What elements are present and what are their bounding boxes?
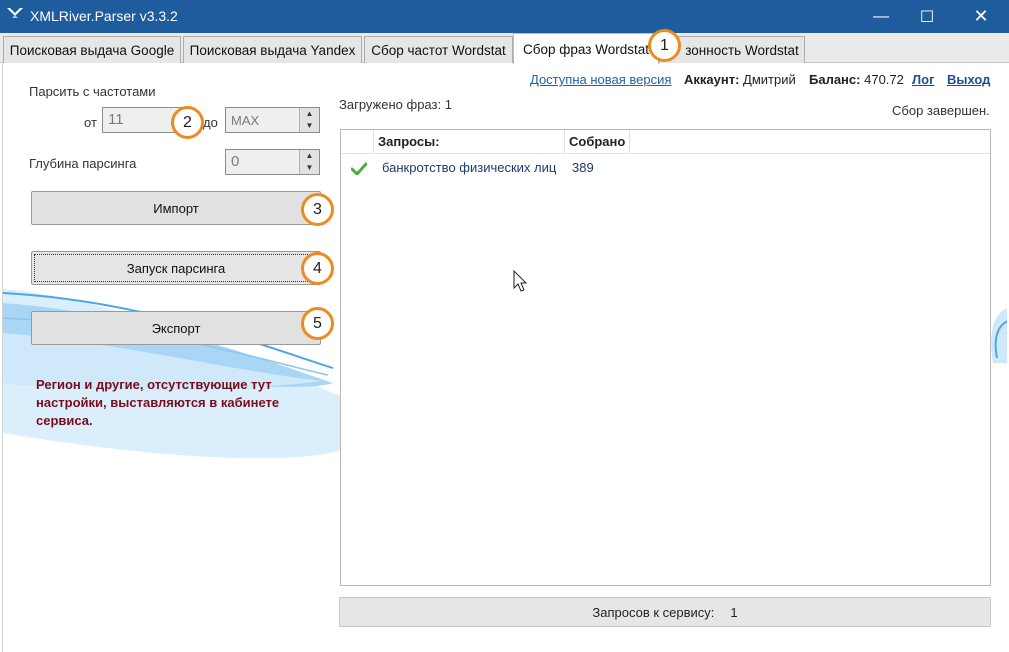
frequency-to-value: MAX [231,113,260,128]
mouse-cursor-icon [513,270,528,292]
step-badge-1: 1 [648,29,681,62]
status-column-header [341,130,374,154]
balance-value: 470.72 [864,72,904,87]
step-badge-2: 2 [171,106,204,139]
balance-label: Баланс: [809,72,861,87]
depth-spinner[interactable]: 0 ▲ ▼ [225,149,320,175]
spin-up-icon[interactable]: ▲ [300,108,319,120]
exit-link[interactable]: Выход [947,72,990,87]
import-button[interactable]: Импорт [31,191,321,225]
column-header-collected[interactable]: Собрано [565,130,630,154]
start-parsing-button[interactable]: Запуск парсинга [31,251,321,285]
close-button[interactable]: ✕ [958,0,1004,33]
tab-wordstat-frequencies[interactable]: Сбор частот Wordstat [364,36,513,63]
maximize-button[interactable]: ☐ [904,0,950,33]
loaded-phrases-status: Загружено фраз: 1 [339,97,452,112]
spinner-arrows[interactable]: ▲ ▼ [299,150,319,174]
minimize-button[interactable]: — [858,0,904,33]
table-row[interactable]: банкротство физических лиц 389 [341,155,990,181]
row-collected: 389 [572,160,594,175]
to-label: до [203,115,218,130]
step-badge-4: 4 [301,252,334,285]
row-query: банкротство физических лиц [382,160,557,175]
main-panel: Парсить с частотами от 11 до MAX ▲ ▼ Глу… [2,63,1007,652]
requests-value: 1 [730,604,738,620]
spin-down-icon[interactable]: ▼ [300,120,319,132]
tab-google[interactable]: Поисковая выдача Google [3,36,181,63]
new-version-link[interactable]: Доступна новая версия [530,72,671,87]
depth-label: Глубина парсинга [29,156,137,171]
account-info: Аккаунт: Дмитрий [684,72,796,87]
depth-value: 0 [231,153,240,170]
account-name: Дмитрий [743,72,796,87]
requests-counter-bar: Запросов к сервису: 1 [339,597,991,627]
account-label: Аккаунт: [684,72,740,87]
step-badge-5: 5 [301,307,334,340]
maximize-icon: ☐ [919,8,935,26]
app-logo-icon [7,8,23,18]
tab-strip: Поисковая выдача Google Поисковая выдача… [0,33,1009,64]
title-bar: XMLRiver.Parser v3.3.2 — ☐ ✕ [0,0,1009,33]
results-table[interactable]: Запросы: Собрано банкротство физических … [340,129,991,586]
tab-wordstat-phrases[interactable]: Сбор фраз Wordstat [513,33,659,64]
close-icon: ✕ [973,6,989,26]
requests-label: Запросов к сервису: [592,604,715,620]
spin-down-icon[interactable]: ▼ [300,162,319,174]
spinner-arrows[interactable]: ▲ ▼ [299,108,319,132]
column-header-queries[interactable]: Запросы: [374,130,565,154]
frequency-to-spinner[interactable]: MAX ▲ ▼ [225,107,320,133]
step-badge-3: 3 [301,193,334,226]
log-link[interactable]: Лог [912,72,934,87]
from-label: от [84,115,97,130]
frequency-range-label: Парсить с частотами [29,84,156,99]
export-button[interactable]: Экспорт [31,311,321,345]
settings-note: Регион и другие, отсутствующие тут настр… [36,377,280,428]
window-title: XMLRiver.Parser v3.3.2 [30,8,178,24]
check-icon [351,162,367,175]
tab-wordstat-seasonality[interactable]: зонность Wordstat [659,36,805,63]
collection-status: Сбор завершен. [892,103,990,118]
frequency-from-value: 11 [108,111,124,128]
tab-yandex[interactable]: Поисковая выдача Yandex [183,36,362,63]
balance-info: Баланс: 470.72 [809,72,904,87]
minimize-icon: — [873,7,889,25]
table-header: Запросы: Собрано [341,130,990,154]
spin-up-icon[interactable]: ▲ [300,150,319,162]
